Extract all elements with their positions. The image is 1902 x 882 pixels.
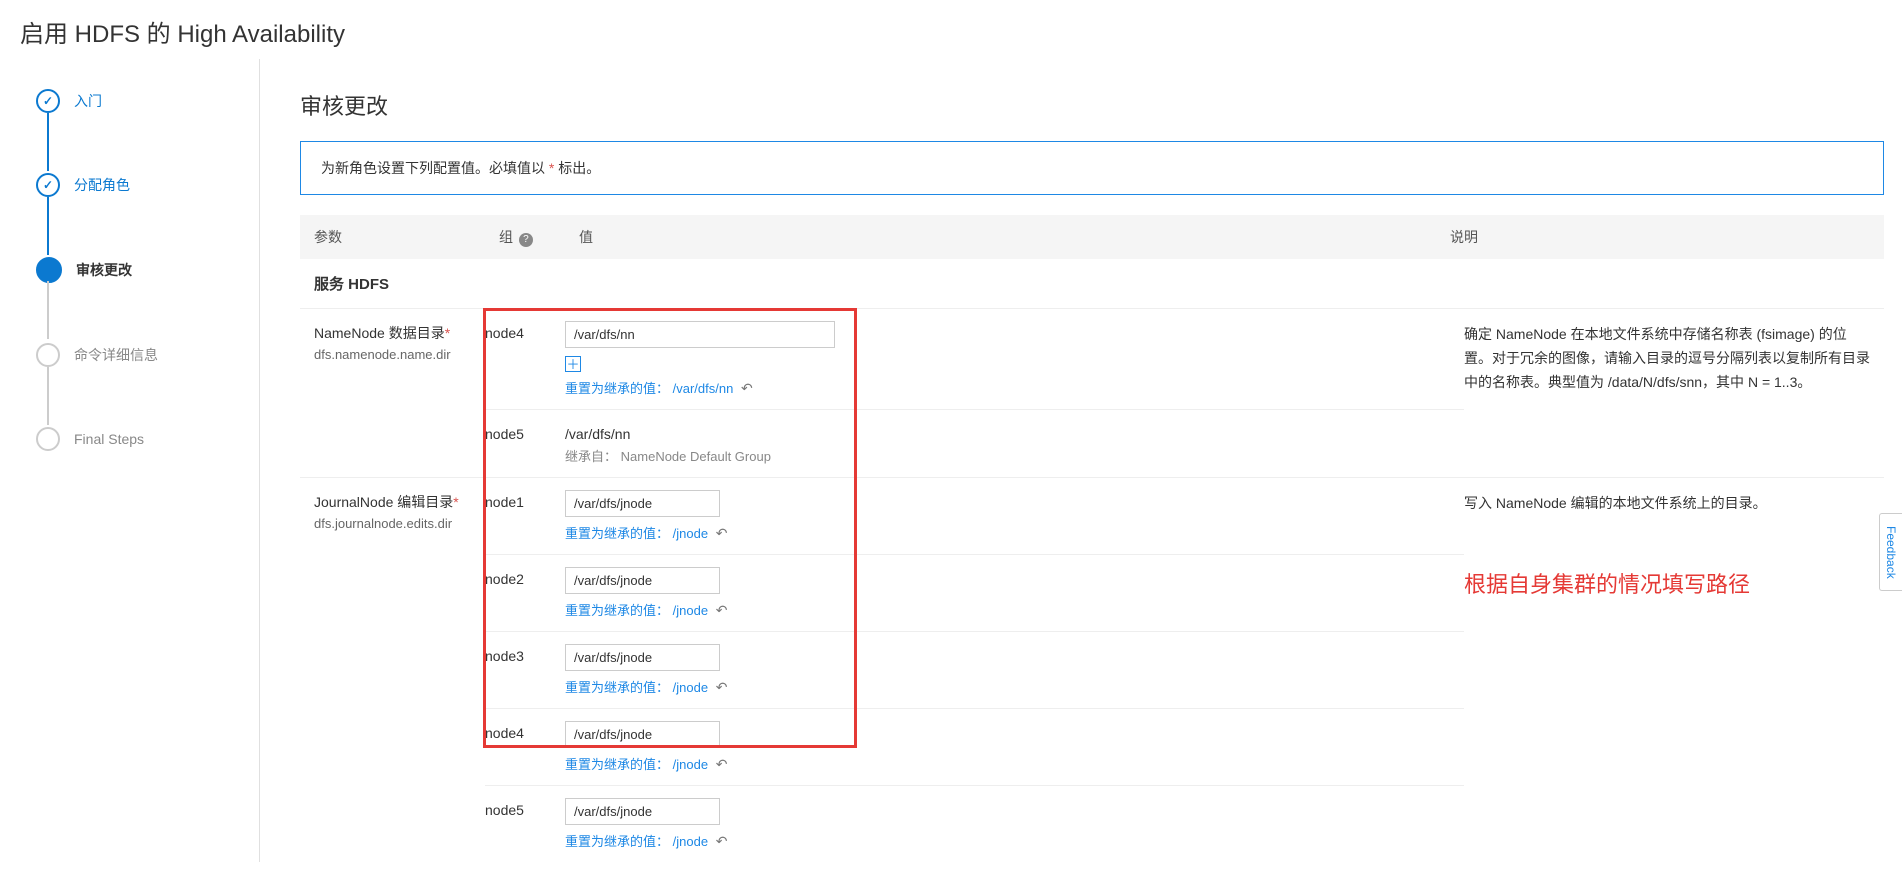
table-header: 参数 组 ? 值 说明 — [300, 215, 1884, 259]
main-panel: 审核更改 为新角色设置下列配置值。必填值以 * 标出。 参数 组 ? 值 说明 … — [260, 59, 1884, 862]
param-name: NameNode 数据目录* — [314, 323, 471, 343]
reset-value: /jnode — [673, 526, 708, 541]
param-key: dfs.journalnode.edits.dir — [314, 516, 471, 531]
journalnode-dir-input-node2[interactable] — [565, 567, 720, 594]
red-annotation-text: 根据自身集群的情况填写路径 — [1464, 566, 1874, 603]
notice-text-prefix: 为新角色设置下列配置值。必填值以 — [321, 160, 549, 176]
header-desc: 说明 — [1450, 227, 1870, 247]
step-connector — [47, 367, 49, 425]
param-name-text: NameNode 数据目录 — [314, 325, 445, 341]
header-group: 组 ? — [499, 227, 579, 247]
pending-step-icon — [36, 343, 60, 367]
notice-box: 为新角色设置下列配置值。必填值以 * 标出。 — [300, 141, 1884, 195]
header-param: 参数 — [314, 227, 499, 247]
step-connector — [47, 113, 49, 171]
reset-link[interactable]: 重置为继承的值： /jnode ↶ — [565, 754, 1464, 773]
step-assign-roles[interactable]: 分配角色 — [30, 173, 239, 197]
check-icon — [36, 89, 60, 113]
reset-label: 重置为继承的值： — [565, 680, 669, 695]
step-label: 分配角色 — [74, 175, 130, 195]
reset-value: /jnode — [673, 757, 708, 772]
check-icon — [36, 173, 60, 197]
step-review-changes[interactable]: 审核更改 — [30, 257, 239, 283]
reset-value: /var/dfs/nn — [673, 381, 734, 396]
reset-label: 重置为继承的值： — [565, 834, 669, 849]
group-label: node5 — [485, 422, 565, 465]
step-label: 入门 — [74, 91, 102, 111]
journalnode-dir-input-node5[interactable] — [565, 798, 720, 825]
header-value: 值 — [579, 227, 1450, 247]
group-label: node5 — [485, 798, 565, 850]
undo-icon[interactable]: ↶ — [716, 602, 728, 619]
reset-value: /jnode — [673, 834, 708, 849]
undo-icon[interactable]: ↶ — [716, 756, 728, 773]
undo-icon[interactable]: ↶ — [716, 833, 728, 850]
step-label: 审核更改 — [76, 260, 132, 280]
inherit-label: 继承自： — [565, 449, 617, 464]
step-connector — [47, 197, 49, 255]
main-title: 审核更改 — [300, 89, 1884, 121]
group-label: node3 — [485, 644, 565, 696]
step-connector — [47, 281, 49, 339]
wizard-sidebar: 入门 分配角色 审核更改 命令详细信息 Final Steps — [30, 59, 260, 862]
param-name-text: JournalNode 编辑目录 — [314, 494, 453, 510]
reset-value: /jnode — [673, 603, 708, 618]
add-value-button[interactable]: ＋ — [565, 356, 581, 372]
required-asterisk: * — [453, 494, 458, 510]
page-title: 启用 HDFS 的 High Availability — [0, 0, 1902, 59]
feedback-tab[interactable]: Feedback — [1879, 513, 1902, 592]
step-label: 命令详细信息 — [74, 345, 158, 365]
reset-label: 重置为继承的值： — [565, 381, 669, 396]
reset-label: 重置为继承的值： — [565, 757, 669, 772]
param-description: 写入 NameNode 编辑的本地文件系统上的目录。 根据自身集群的情况填写路径 — [1464, 478, 1884, 862]
param-row-journalnode-dir: JournalNode 编辑目录* dfs.journalnode.edits.… — [300, 477, 1884, 862]
step-label: Final Steps — [74, 431, 144, 447]
step-final[interactable]: Final Steps — [30, 427, 239, 451]
param-name: JournalNode 编辑目录* — [314, 492, 471, 512]
notice-text-suffix: 标出。 — [554, 160, 600, 176]
undo-icon[interactable]: ↶ — [741, 380, 753, 397]
reset-link[interactable]: 重置为继承的值： /jnode ↶ — [565, 831, 1464, 850]
reset-label: 重置为继承的值： — [565, 526, 669, 541]
reset-link[interactable]: 重置为继承的值： /var/dfs/nn ↶ — [565, 378, 1464, 397]
current-step-icon — [36, 257, 62, 283]
group-label: node1 — [485, 490, 565, 542]
header-group-label: 组 — [499, 229, 513, 245]
reset-label: 重置为继承的值： — [565, 603, 669, 618]
undo-icon[interactable]: ↶ — [716, 679, 728, 696]
step-command-details[interactable]: 命令详细信息 — [30, 343, 239, 367]
param-row-namenode-dir: NameNode 数据目录* dfs.namenode.name.dir nod… — [300, 308, 1884, 477]
namenode-dir-input-node4[interactable] — [565, 321, 835, 348]
inherit-info: 继承自： NameNode Default Group — [565, 446, 1464, 465]
param-description: 确定 NameNode 在本地文件系统中存储名称表 (fsimage) 的位置。… — [1464, 309, 1884, 477]
required-asterisk: * — [445, 325, 450, 341]
param-key: dfs.namenode.name.dir — [314, 347, 471, 362]
group-label: node4 — [485, 721, 565, 773]
reset-link[interactable]: 重置为继承的值： /jnode ↶ — [565, 523, 1464, 542]
reset-link[interactable]: 重置为继承的值： /jnode ↶ — [565, 677, 1464, 696]
namenode-dir-value-node5: /var/dfs/nn — [565, 422, 1464, 442]
journalnode-dir-input-node4[interactable] — [565, 721, 720, 748]
journalnode-dir-input-node1[interactable] — [565, 490, 720, 517]
reset-value: /jnode — [673, 680, 708, 695]
group-label: node2 — [485, 567, 565, 619]
undo-icon[interactable]: ↶ — [716, 525, 728, 542]
service-title: 服务 HDFS — [300, 259, 1884, 308]
group-label: node4 — [485, 321, 565, 397]
param-description-text: 写入 NameNode 编辑的本地文件系统上的目录。 — [1464, 492, 1874, 516]
help-icon[interactable]: ? — [519, 233, 533, 247]
journalnode-dir-input-node3[interactable] — [565, 644, 720, 671]
pending-step-icon — [36, 427, 60, 451]
reset-link[interactable]: 重置为继承的值： /jnode ↶ — [565, 600, 1464, 619]
step-getting-started[interactable]: 入门 — [30, 89, 239, 113]
inherit-from: NameNode Default Group — [621, 449, 771, 464]
